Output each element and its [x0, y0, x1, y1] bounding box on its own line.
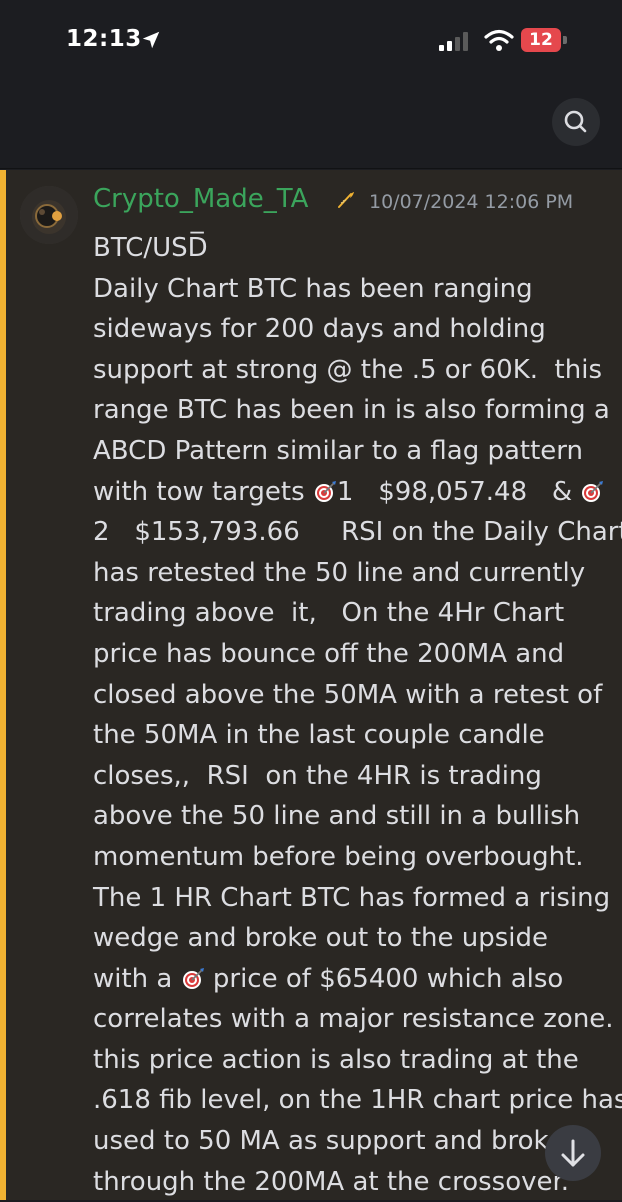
channel-header	[0, 90, 622, 169]
message-line: correlates with a major resistance zone.	[93, 1004, 614, 1035]
message-segment: with tow targets	[93, 476, 313, 507]
status-bar: 12:13 12	[0, 0, 622, 90]
message-timestamp: 10/07/2024 12:06 PM	[369, 191, 574, 213]
avatar-image	[20, 186, 78, 244]
message-line: 2 $153,793.66 RSI on the Daily Chart	[93, 517, 622, 548]
message-line: The 1 HR Chart BTC has formed a rising	[93, 882, 611, 913]
jump-to-bottom-button[interactable]	[545, 1125, 601, 1181]
message-line: has retested the 50 line and currently	[93, 557, 586, 588]
message-line: the 50MA in the last couple candle	[93, 720, 545, 751]
mention-highlight-bar	[0, 170, 6, 1200]
message-line: trading above it, On the 4Hr Chart	[93, 598, 565, 629]
message-segment: price of $65400 which also	[204, 963, 564, 994]
clock: 12:13	[66, 26, 142, 52]
message-author[interactable]: Crypto_Made_TA	[93, 184, 308, 214]
message-line: above the 50 line and still in a bullish	[93, 801, 581, 832]
message-line: .618 fib level, on the 1HR chart price h…	[93, 1085, 622, 1116]
search-icon	[564, 110, 587, 133]
message-line: support at strong @ the .5 or 60K. this	[93, 354, 602, 385]
quill-badge-icon	[338, 192, 354, 208]
target-dart-icon	[313, 476, 337, 502]
message-line: price has bounce off the 200MA and	[93, 638, 565, 669]
arrow-down-icon	[561, 1139, 585, 1167]
message-line: Daily Chart BTC has been ranging	[93, 273, 533, 304]
message-line: this price action is also trading at the	[93, 1044, 579, 1075]
avatar[interactable]	[20, 186, 78, 244]
target-dart-icon	[181, 963, 205, 989]
message-line: range BTC has been in is also forming a	[93, 395, 610, 426]
message-line: momentum before being overbought.	[93, 841, 584, 872]
message-content: BTC/USD̅ Daily Chart BTC has been ranging…	[93, 228, 622, 1202]
message-line: with tow targets 1 $98,057.48 &	[93, 472, 613, 513]
message-line: closes,, RSI on the 4HR is trading	[93, 760, 542, 791]
message-segment: 1 $98,057.48 &	[336, 476, 581, 507]
message-line: used to 50 MA as support and broke	[93, 1126, 564, 1157]
message-line: closed above the 50MA with a retest of	[93, 679, 603, 710]
message-line: wedge and broke out to the upside	[93, 923, 549, 954]
battery-indicator: 12	[521, 28, 569, 52]
battery-level: 12	[529, 30, 553, 50]
wifi-icon	[484, 29, 514, 51]
message-line: sideways for 200 days and holding	[93, 314, 546, 345]
location-arrow-icon	[142, 31, 160, 49]
search-button[interactable]	[552, 98, 600, 146]
message-line: with a price of $65400 which also	[93, 959, 613, 1000]
message-line: ABCD Pattern similar to a flag pattern	[93, 435, 584, 466]
message-segment: with a	[93, 963, 181, 994]
target-dart-icon	[580, 476, 604, 502]
message-line: BTC/USD̅	[93, 233, 208, 263]
cellular-signal-icon	[439, 32, 468, 51]
message-line: through the 200MA at the crossover.	[93, 1166, 570, 1197]
